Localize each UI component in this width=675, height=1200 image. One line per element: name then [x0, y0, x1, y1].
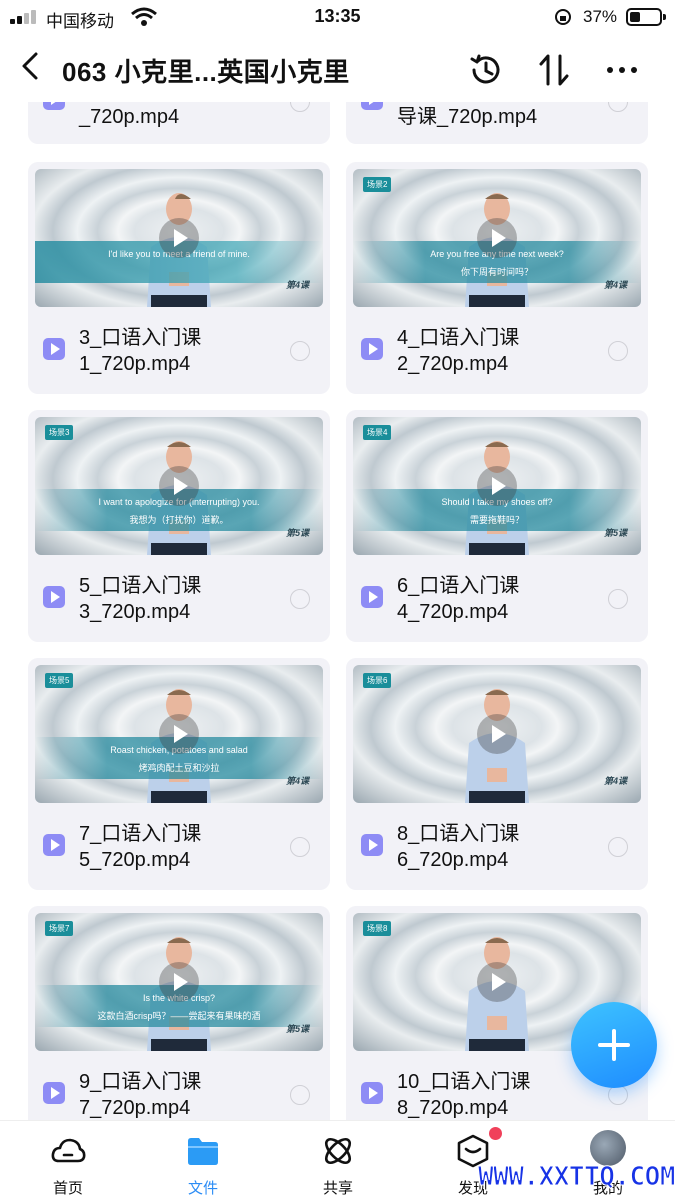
scene-tag: 场景4	[363, 425, 392, 440]
video-file-icon	[43, 1082, 65, 1104]
file-name: 3_口语入门课 1_720p.mp4	[79, 327, 202, 375]
play-icon[interactable]	[159, 218, 199, 258]
sort-icon[interactable]	[534, 50, 574, 90]
video-file-icon	[43, 834, 65, 856]
video-file-icon	[361, 586, 383, 608]
select-radio[interactable]	[290, 589, 310, 609]
file-name: 5_口语入门课 3_720p.mp4	[79, 575, 202, 623]
folder-icon	[188, 1138, 218, 1165]
select-radio[interactable]	[608, 341, 628, 361]
add-button[interactable]	[571, 1002, 657, 1088]
tab-share[interactable]: 共享	[278, 1121, 398, 1200]
file-name: 8_口语入门课 6_720p.mp4	[397, 823, 520, 871]
notification-badge	[489, 1127, 502, 1140]
tab-label: 文件	[187, 1180, 218, 1197]
tab-label: 首页	[52, 1180, 83, 1197]
tab-home[interactable]: 首页	[8, 1121, 128, 1200]
lesson-label: 第5课	[285, 528, 309, 538]
lesson-label: 第4课	[603, 776, 627, 786]
file-name: 9_口语入门课 7_720p.mp4	[79, 1071, 202, 1119]
file-card[interactable]: 场景6 第4课 8_口语入门课 6_720p.mp4	[346, 658, 648, 890]
play-icon[interactable]	[477, 714, 517, 754]
video-file-icon	[43, 338, 65, 360]
video-file-icon	[361, 834, 383, 856]
play-icon[interactable]	[159, 466, 199, 506]
subtitle-zh: 你下周有时间吗？	[460, 267, 533, 277]
lesson-label: 第4课	[603, 280, 627, 290]
video-file-icon	[361, 1082, 383, 1104]
select-radio[interactable]	[608, 837, 628, 857]
file-name: 4_口语入门课 2_720p.mp4	[397, 327, 520, 375]
video-thumbnail: I'd like you to meet a friend of mine. 第…	[35, 169, 323, 307]
video-thumbnail: 场景2 Are you free any time next week? 你下周…	[353, 169, 641, 307]
select-radio[interactable]	[608, 589, 628, 609]
video-thumbnail: 场景3 I want to apologize for (interruptin…	[35, 417, 323, 555]
scene-tag: 场景2	[363, 177, 392, 192]
battery-icon	[626, 8, 666, 26]
more-icon[interactable]	[602, 50, 642, 90]
select-radio[interactable]	[290, 1085, 310, 1105]
status-bar: 中国移动 13:35 37%	[0, 0, 675, 34]
page-title: 063 小克里...英国小克里	[62, 57, 350, 87]
tab-files[interactable]: 文件	[143, 1121, 263, 1200]
file-name: 10_口语入门课 8_720p.mp4	[397, 1071, 531, 1119]
file-grid: _720p.mp4 导课_720p.mp4 I'd like you to me…	[0, 60, 675, 1120]
rotation-lock-icon	[555, 9, 571, 25]
play-icon[interactable]	[159, 962, 199, 1002]
subtitle-zh: 烤鸡肉配土豆和沙拉	[138, 763, 220, 773]
video-thumbnail: 场景6 第4课	[353, 665, 641, 803]
play-icon[interactable]	[159, 714, 199, 754]
video-thumbnail: 场景5 Roast chicken, potatoes and salad 烤鸡…	[35, 665, 323, 803]
video-thumbnail: 场景7 Is the white crisp? 这款白酒crisp吗？——尝起来…	[35, 913, 323, 1051]
subtitle-zh: 我想为（打扰你）道歉。	[129, 515, 229, 525]
video-file-icon	[43, 586, 65, 608]
file-card[interactable]: 场景7 Is the white crisp? 这款白酒crisp吗？——尝起来…	[28, 906, 330, 1120]
file-name: 导课_720p.mp4	[397, 106, 538, 128]
scene-tag: 场景6	[363, 673, 392, 688]
select-radio[interactable]	[290, 837, 310, 857]
scene-tag: 场景7	[45, 921, 74, 936]
lesson-label: 第4课	[285, 280, 309, 290]
file-name: 6_口语入门课 4_720p.mp4	[397, 575, 520, 623]
file-card[interactable]: I'd like you to meet a friend of mine. 第…	[28, 162, 330, 394]
back-chevron-icon[interactable]	[16, 48, 48, 84]
subtitle-zh: 需要拖鞋吗？	[469, 515, 524, 525]
nav-header: 063 小克里...英国小克里	[0, 36, 675, 102]
cloud-home-icon	[51, 1138, 86, 1163]
subtitle-zh: 这款白酒crisp吗？——尝起来有果味的酒	[97, 1011, 261, 1021]
file-card[interactable]: 场景3 I want to apologize for (interruptin…	[28, 410, 330, 642]
scene-tag: 场景8	[363, 921, 392, 936]
file-name: 7_口语入门课 5_720p.mp4	[79, 823, 202, 871]
scene-tag: 场景3	[45, 425, 74, 440]
clock: 13:35	[314, 6, 361, 26]
select-radio[interactable]	[608, 1085, 628, 1105]
play-icon[interactable]	[477, 962, 517, 1002]
file-card[interactable]: 场景5 Roast chicken, potatoes and salad 烤鸡…	[28, 658, 330, 890]
lesson-label: 第4课	[285, 776, 309, 786]
play-icon[interactable]	[477, 218, 517, 258]
video-thumbnail: 场景4 Should I take my shoes off? 需要拖鞋吗？ 第…	[353, 417, 641, 555]
avatar-icon[interactable]	[590, 1130, 626, 1166]
tab-label: 共享	[322, 1180, 353, 1197]
file-card[interactable]: 场景4 Should I take my shoes off? 需要拖鞋吗？ 第…	[346, 410, 648, 642]
file-name: _720p.mp4	[79, 106, 180, 128]
play-icon[interactable]	[477, 466, 517, 506]
lesson-label: 第5课	[603, 528, 627, 538]
file-card[interactable]: 场景2 Are you free any time next week? 你下周…	[346, 162, 648, 394]
watermark-text: WWW.XXTTQ.COM	[478, 1162, 675, 1193]
history-icon[interactable]	[466, 50, 506, 90]
video-file-icon	[361, 338, 383, 360]
share-atom-icon	[324, 1137, 352, 1165]
select-radio[interactable]	[290, 341, 310, 361]
scene-tag: 场景5	[45, 673, 74, 688]
lesson-label: 第5课	[285, 1024, 309, 1034]
battery-percent: 37%	[583, 7, 618, 26]
